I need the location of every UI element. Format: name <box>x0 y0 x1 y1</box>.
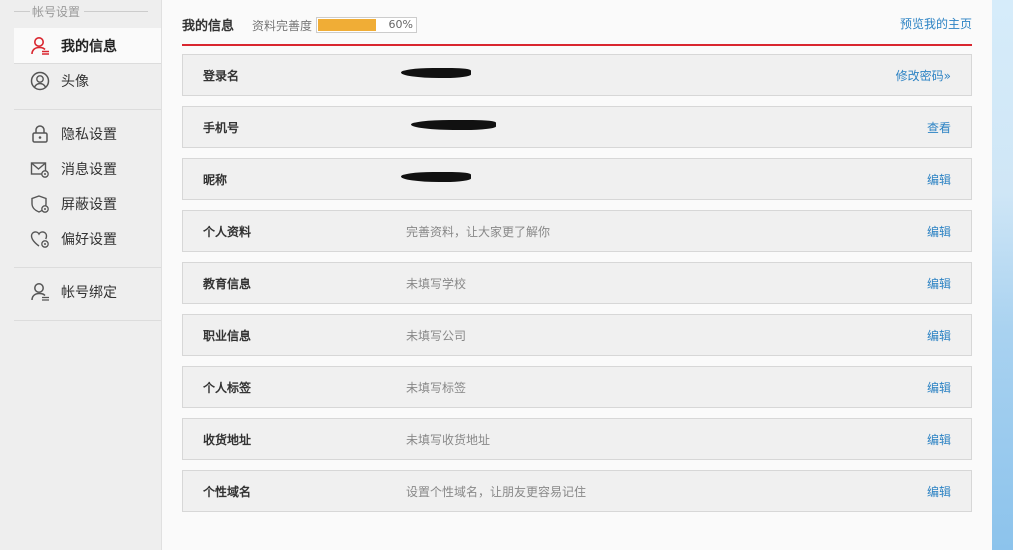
sidebar-item-label: 偏好设置 <box>61 231 117 248</box>
row-label: 教育信息 <box>203 277 252 291</box>
sidebar-item-my-info[interactable]: 我的信息 <box>14 28 161 63</box>
shield-settings-icon <box>30 194 50 214</box>
edit-career-link[interactable]: 编辑 <box>927 327 951 344</box>
sidebar-item-privacy[interactable]: 隐私设置 <box>14 116 161 151</box>
sidebar-item-label: 头像 <box>61 73 89 90</box>
progress-fill <box>318 19 376 31</box>
sidebar-item-messages[interactable]: 消息设置 <box>14 151 161 186</box>
sidebar-section-label: 帐号设置 <box>32 5 81 19</box>
completion-progress-bar: 60% <box>316 17 417 33</box>
divider <box>14 320 161 321</box>
row-label: 个性域名 <box>203 485 252 499</box>
info-row-domain: 个性域名 设置个性域名，让朋友更容易记住 编辑 <box>182 470 972 512</box>
edit-tags-link[interactable]: 编辑 <box>927 379 951 396</box>
mail-settings-icon <box>30 159 50 179</box>
row-value: 未填写标签 <box>406 381 467 395</box>
user-icon <box>30 36 50 56</box>
row-value: 未填写学校 <box>406 277 467 291</box>
divider <box>14 267 161 268</box>
sidebar-item-preferences[interactable]: 偏好设置 <box>14 221 161 256</box>
row-label: 职业信息 <box>203 329 252 343</box>
view-phone-link[interactable]: 查看 <box>927 119 951 136</box>
row-value: 未填写公司 <box>406 329 467 343</box>
sidebar-item-label: 帐号绑定 <box>61 284 117 301</box>
row-label: 昵称 <box>203 173 228 187</box>
sidebar-item-label: 屏蔽设置 <box>61 196 117 213</box>
row-label: 收货地址 <box>203 433 252 447</box>
edit-address-link[interactable]: 编辑 <box>927 431 951 448</box>
sidebar-item-account-binding[interactable]: 帐号绑定 <box>14 274 161 309</box>
lock-icon <box>30 124 50 144</box>
info-row-education: 教育信息 未填写学校 编辑 <box>182 262 972 304</box>
row-value: 未填写收货地址 <box>406 433 491 447</box>
main-panel: 我的信息 资料完善度 60% 预览我的主页 登录名 修改密码» 手机号 查看 昵… <box>162 0 992 550</box>
preview-homepage-link[interactable]: 预览我的主页 <box>900 15 972 32</box>
avatar-icon <box>30 71 50 91</box>
sidebar: 帐号设置 我的信息 头像 隐私设置 消息设置 屏蔽设置 偏好设置 帐号绑定 <box>0 0 162 550</box>
info-row-career: 职业信息 未填写公司 编辑 <box>182 314 972 356</box>
divider <box>14 109 161 110</box>
page-header: 我的信息 资料完善度 60% 预览我的主页 <box>182 0 972 46</box>
row-label: 手机号 <box>203 121 240 135</box>
completion-label: 资料完善度 <box>252 19 313 33</box>
redacted-value <box>411 120 496 130</box>
info-row-login-name: 登录名 修改密码» <box>182 54 972 96</box>
edit-profile-link[interactable]: 编辑 <box>927 223 951 240</box>
row-label: 个人标签 <box>203 381 252 395</box>
page-title: 我的信息 <box>182 19 235 34</box>
change-password-link[interactable]: 修改密码» <box>896 67 951 84</box>
edit-domain-link[interactable]: 编辑 <box>927 483 951 500</box>
info-row-profile: 个人资料 完善资料，让大家更了解你 编辑 <box>182 210 972 252</box>
row-label: 登录名 <box>203 69 240 83</box>
edit-nickname-link[interactable]: 编辑 <box>927 171 951 188</box>
row-label: 个人资料 <box>203 225 252 239</box>
info-row-address: 收货地址 未填写收货地址 编辑 <box>182 418 972 460</box>
info-row-nickname: 昵称 编辑 <box>182 158 972 200</box>
edit-education-link[interactable]: 编辑 <box>927 275 951 292</box>
sidebar-item-label: 我的信息 <box>61 38 117 55</box>
row-value: 完善资料，让大家更了解你 <box>406 225 551 239</box>
divider <box>84 11 148 12</box>
info-row-phone: 手机号 查看 <box>182 106 972 148</box>
sidebar-section-title: 帐号设置 <box>0 0 161 22</box>
redacted-value <box>401 172 471 182</box>
sidebar-item-label: 隐私设置 <box>61 126 117 143</box>
row-value: 设置个性域名，让朋友更容易记住 <box>406 485 587 499</box>
redacted-value <box>401 68 471 78</box>
heart-settings-icon <box>30 229 50 249</box>
sidebar-item-block[interactable]: 屏蔽设置 <box>14 186 161 221</box>
user-bind-icon <box>30 282 50 302</box>
sidebar-item-avatar[interactable]: 头像 <box>14 63 161 98</box>
info-row-tags: 个人标签 未填写标签 编辑 <box>182 366 972 408</box>
sidebar-item-label: 消息设置 <box>61 161 117 178</box>
completion-percent: 60% <box>388 18 413 31</box>
divider <box>14 11 30 12</box>
